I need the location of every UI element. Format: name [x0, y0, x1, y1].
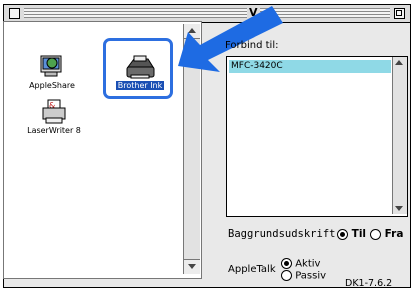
- appletalk-passive-radio[interactable]: [281, 270, 292, 281]
- appletalk-active-label: Aktiv: [295, 258, 321, 270]
- version-code: DK1-7.6.2: [345, 278, 393, 289]
- printer-scroll-up-icon[interactable]: [395, 60, 403, 65]
- connect-to-label: Forbind til:: [225, 40, 279, 51]
- bg-on-label: Til: [351, 228, 367, 240]
- bg-on-option[interactable]: Til: [337, 228, 366, 240]
- background-print-label: Baggrundsudskrift:: [228, 228, 342, 240]
- printer-scroll-down-icon[interactable]: [395, 206, 403, 211]
- bg-off-option[interactable]: Fra: [370, 228, 403, 240]
- appletalk-active-option[interactable]: Aktiv: [281, 258, 320, 270]
- bg-on-radio[interactable]: [337, 228, 348, 240]
- printer-list-row[interactable]: MFC-3420C: [229, 60, 391, 73]
- printer-list[interactable]: MFC-3420C: [226, 56, 408, 217]
- bg-off-label: Fra: [384, 228, 404, 240]
- printer-list-scrollbar[interactable]: [392, 57, 407, 214]
- appletalk-passive-label: Passiv: [295, 270, 327, 282]
- appletalk-passive-option[interactable]: Passiv: [281, 270, 326, 282]
- appletalk-label: AppleTalk: [228, 264, 276, 275]
- bg-off-radio[interactable]: [370, 228, 381, 240]
- appletalk-active-radio[interactable]: [281, 258, 292, 269]
